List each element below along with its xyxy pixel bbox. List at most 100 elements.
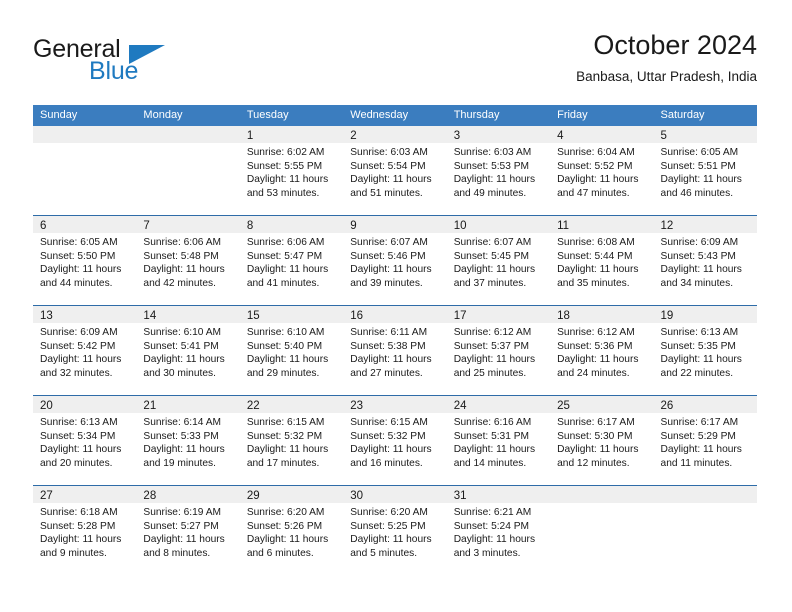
sunrise-text: Sunrise: 6:14 AM: [143, 417, 222, 428]
sunset-text: Sunset: 5:53 PM: [453, 160, 530, 172]
calendar-page: General Blue October 2024 Banbasa, Uttar…: [0, 0, 792, 612]
calendar-day-cell-25[interactable]: 25 Sunrise: 6:17 AM Sunset: 5:30 PM Dayl…: [550, 396, 654, 485]
day-details: Sunrise: 6:16 AM Sunset: 5:31 PM Dayligh…: [447, 413, 550, 471]
sunrise-text: Sunrise: 6:08 AM: [557, 237, 635, 248]
calendar-week-row-3: 13 Sunrise: 6:09 AM Sunset: 5:42 PM Dayl…: [33, 305, 757, 395]
daylight-text-line1: Daylight: 11 hours: [350, 444, 432, 456]
day-details: Sunrise: 6:13 AM Sunset: 5:35 PM Dayligh…: [654, 323, 757, 381]
calendar-day-cell-30[interactable]: 30 Sunrise: 6:20 AM Sunset: 5:25 PM Dayl…: [343, 486, 447, 575]
sunrise-text: Sunrise: 6:17 AM: [660, 417, 739, 428]
day-number-band: 18: [550, 306, 654, 323]
day-number: 14: [143, 310, 157, 322]
day-of-week-header-row: Sunday Monday Tuesday Wednesday Thursday…: [33, 105, 757, 126]
calendar-day-cell-2[interactable]: 2 Sunrise: 6:03 AM Sunset: 5:54 PM Dayli…: [343, 126, 447, 215]
day-number-band: 22: [239, 396, 344, 413]
day-details: Sunrise: 6:12 AM Sunset: 5:37 PM Dayligh…: [447, 323, 550, 381]
calendar-day-cell-9[interactable]: 9 Sunrise: 6:07 AM Sunset: 5:46 PM Dayli…: [343, 216, 447, 305]
day-details: Sunrise: 6:06 AM Sunset: 5:47 PM Dayligh…: [240, 233, 343, 291]
day-number-band: [136, 126, 240, 143]
sunset-text: Sunset: 5:28 PM: [40, 520, 116, 532]
calendar-day-cell-23[interactable]: 23 Sunrise: 6:15 AM Sunset: 5:32 PM Dayl…: [343, 396, 447, 485]
calendar-day-cell-18[interactable]: 18 Sunrise: 6:12 AM Sunset: 5:36 PM Dayl…: [550, 306, 654, 395]
daylight-text-line2: and 20 minutes.: [40, 458, 113, 470]
day-number-band: 14: [136, 306, 240, 323]
sunrise-text: Sunrise: 6:13 AM: [660, 327, 739, 338]
day-number-band: 30: [343, 486, 447, 503]
title-block: October 2024 Banbasa, Uttar Pradesh, Ind…: [576, 28, 757, 86]
day-number: 26: [660, 400, 674, 412]
daylight-text-line2: and 29 minutes.: [246, 368, 320, 380]
calendar-day-cell-28[interactable]: 28 Sunrise: 6:19 AM Sunset: 5:27 PM Dayl…: [136, 486, 240, 575]
dow-header-saturday: Saturday: [660, 109, 705, 121]
day-details: Sunrise: 6:09 AM Sunset: 5:43 PM Dayligh…: [654, 233, 757, 291]
day-number: 15: [246, 310, 260, 322]
day-number-band: 15: [239, 306, 344, 323]
calendar-day-cell-6[interactable]: 6 Sunrise: 6:05 AM Sunset: 5:50 PM Dayli…: [33, 216, 137, 305]
calendar-day-cell-27[interactable]: 27 Sunrise: 6:18 AM Sunset: 5:28 PM Dayl…: [33, 486, 137, 575]
daylight-text-line1: Daylight: 11 hours: [350, 264, 432, 276]
sunrise-text: Sunrise: 6:19 AM: [143, 507, 222, 518]
day-details: Sunrise: 6:03 AM Sunset: 5:53 PM Dayligh…: [447, 143, 550, 201]
daylight-text-line1: Daylight: 11 hours: [453, 174, 536, 186]
daylight-text-line2: and 37 minutes.: [453, 278, 527, 290]
daylight-text-line1: Daylight: 11 hours: [143, 444, 225, 456]
day-number-band: 4: [550, 126, 654, 143]
daylight-text-line2: and 47 minutes.: [557, 188, 630, 200]
calendar-day-cell-4[interactable]: 4 Sunrise: 6:04 AM Sunset: 5:52 PM Dayli…: [550, 126, 654, 215]
sunset-text: Sunset: 5:51 PM: [660, 160, 736, 172]
calendar-day-cell-3[interactable]: 3 Sunrise: 6:03 AM Sunset: 5:53 PM Dayli…: [446, 126, 551, 215]
day-number-band: 23: [343, 396, 447, 413]
day-details: Sunrise: 6:11 AM Sunset: 5:38 PM Dayligh…: [343, 323, 446, 381]
day-number: 8: [246, 220, 254, 232]
day-number: 4: [557, 130, 564, 142]
calendar-day-cell-17[interactable]: 17 Sunrise: 6:12 AM Sunset: 5:37 PM Dayl…: [446, 306, 551, 395]
calendar-day-cell-7[interactable]: 7 Sunrise: 6:06 AM Sunset: 5:48 PM Dayli…: [136, 216, 240, 305]
daylight-text-line2: and 34 minutes.: [660, 278, 734, 290]
day-details: Sunrise: 6:15 AM Sunset: 5:32 PM Dayligh…: [240, 413, 343, 471]
day-number: 31: [453, 490, 467, 502]
calendar-day-cell-14[interactable]: 14 Sunrise: 6:10 AM Sunset: 5:41 PM Dayl…: [136, 306, 240, 395]
daylight-text-line2: and 14 minutes.: [453, 458, 527, 470]
daylight-text-line1: Daylight: 11 hours: [660, 444, 742, 456]
day-details: Sunrise: 6:19 AM Sunset: 5:27 PM Dayligh…: [136, 503, 239, 561]
calendar-day-cell-19[interactable]: 19 Sunrise: 6:13 AM Sunset: 5:35 PM Dayl…: [653, 306, 757, 395]
calendar-day-cell-1[interactable]: 1 Sunrise: 6:02 AM Sunset: 5:55 PM Dayli…: [239, 126, 344, 215]
general-blue-logo[interactable]: General Blue: [33, 35, 233, 93]
calendar-day-cell-5[interactable]: 5 Sunrise: 6:05 AM Sunset: 5:51 PM Dayli…: [653, 126, 757, 215]
day-number: 3: [453, 130, 461, 142]
calendar-day-cell-24[interactable]: 24 Sunrise: 6:16 AM Sunset: 5:31 PM Dayl…: [446, 396, 551, 485]
daylight-text-line2: and 9 minutes.: [40, 548, 107, 560]
calendar-day-cell-12[interactable]: 12 Sunrise: 6:09 AM Sunset: 5:43 PM Dayl…: [653, 216, 757, 305]
day-number: 23: [350, 400, 364, 412]
sunset-text: Sunset: 5:46 PM: [350, 250, 426, 262]
daylight-text-line2: and 41 minutes.: [246, 278, 320, 290]
calendar-day-cell-15[interactable]: 15 Sunrise: 6:10 AM Sunset: 5:40 PM Dayl…: [239, 306, 344, 395]
calendar-day-cell-10[interactable]: 10 Sunrise: 6:07 AM Sunset: 5:45 PM Dayl…: [446, 216, 551, 305]
day-number: 11: [557, 220, 570, 232]
calendar-day-cell-empty: [136, 126, 240, 215]
calendar-day-cell-8[interactable]: 8 Sunrise: 6:06 AM Sunset: 5:47 PM Dayli…: [239, 216, 344, 305]
sunrise-text: Sunrise: 6:09 AM: [660, 237, 739, 248]
calendar-day-cell-26[interactable]: 26 Sunrise: 6:17 AM Sunset: 5:29 PM Dayl…: [653, 396, 757, 485]
day-number-band: 13: [33, 306, 137, 323]
day-number-band: 6: [33, 216, 137, 233]
sunset-text: Sunset: 5:37 PM: [453, 340, 530, 352]
sunset-text: Sunset: 5:29 PM: [660, 430, 736, 442]
day-number-band: 12: [653, 216, 757, 233]
daylight-text-line1: Daylight: 11 hours: [660, 264, 742, 276]
calendar-day-cell-22[interactable]: 22 Sunrise: 6:15 AM Sunset: 5:32 PM Dayl…: [239, 396, 344, 485]
daylight-text-line2: and 32 minutes.: [40, 368, 113, 380]
daylight-text-line1: Daylight: 11 hours: [143, 534, 225, 546]
calendar-day-cell-16[interactable]: 16 Sunrise: 6:11 AM Sunset: 5:38 PM Dayl…: [343, 306, 447, 395]
day-number: 27: [40, 490, 53, 502]
calendar-day-cell-11[interactable]: 11 Sunrise: 6:08 AM Sunset: 5:44 PM Dayl…: [550, 216, 654, 305]
sunset-text: Sunset: 5:26 PM: [246, 520, 323, 532]
calendar-day-cell-21[interactable]: 21 Sunrise: 6:14 AM Sunset: 5:33 PM Dayl…: [136, 396, 240, 485]
calendar-day-cell-20[interactable]: 20 Sunrise: 6:13 AM Sunset: 5:34 PM Dayl…: [33, 396, 137, 485]
day-details: Sunrise: 6:21 AM Sunset: 5:24 PM Dayligh…: [447, 503, 550, 561]
sunrise-text: Sunrise: 6:09 AM: [40, 327, 118, 338]
sunset-text: Sunset: 5:54 PM: [350, 160, 426, 172]
calendar-day-cell-13[interactable]: 13 Sunrise: 6:09 AM Sunset: 5:42 PM Dayl…: [33, 306, 137, 395]
calendar-day-cell-29[interactable]: 29 Sunrise: 6:20 AM Sunset: 5:26 PM Dayl…: [239, 486, 344, 575]
calendar-day-cell-31[interactable]: 31 Sunrise: 6:21 AM Sunset: 5:24 PM Dayl…: [446, 486, 551, 575]
